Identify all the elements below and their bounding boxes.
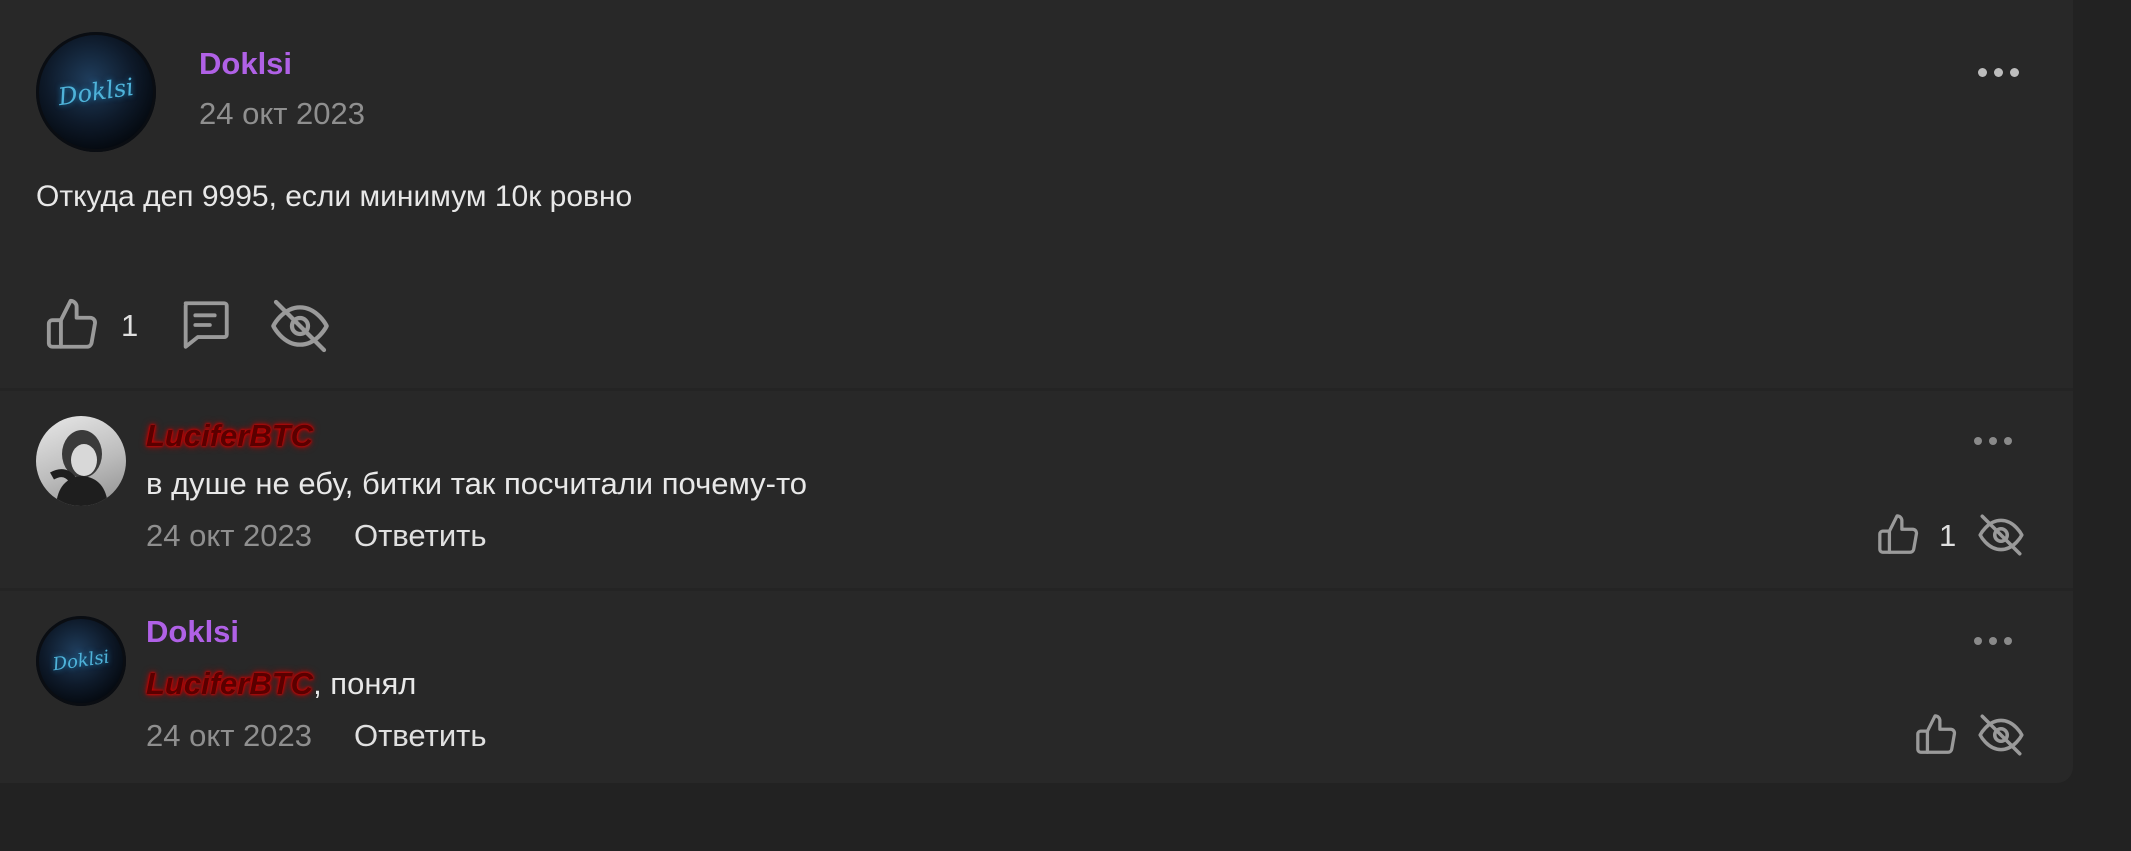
like-icon[interactable] <box>1876 512 1922 558</box>
avatar[interactable] <box>36 416 126 506</box>
comment-date: 24 окт 2023 <box>146 518 313 553</box>
avatar[interactable]: Doklsi <box>36 32 156 152</box>
post: Doklsi Doklsi 24 окт 2023 Откуда деп 999… <box>0 0 2073 388</box>
comment-text-body: , понял <box>313 666 417 701</box>
more-icon[interactable] <box>1974 637 2012 645</box>
reply-button[interactable]: Ответить <box>354 518 487 554</box>
comment-text: в душе не ебу, битки так посчитали почем… <box>146 466 808 501</box>
divider <box>0 388 2073 391</box>
hide-eye-icon[interactable] <box>1976 510 2026 560</box>
comment-author[interactable]: LuciferBTC <box>146 418 313 454</box>
like-icon[interactable] <box>1914 712 1960 758</box>
avatar-text: Doklsi <box>56 72 136 112</box>
hide-eye-icon[interactable] <box>1976 710 2026 760</box>
more-icon[interactable] <box>1974 437 2012 445</box>
like-count: 1 <box>1939 518 1957 553</box>
mention-link[interactable]: LuciferBTC <box>146 666 313 701</box>
comment-author[interactable]: Doklsi <box>146 614 239 650</box>
comment-icon[interactable] <box>176 296 234 354</box>
post-text: Откуда деп 9995, если минимум 10к ровно <box>36 180 633 213</box>
hide-eye-icon[interactable] <box>268 294 332 358</box>
comment-date: 24 окт 2023 <box>146 718 313 753</box>
reply-button[interactable]: Ответить <box>354 718 487 754</box>
comment-text: LuciferBTC, понял <box>146 666 416 702</box>
avatar-text: Doklsi <box>51 646 111 676</box>
more-icon[interactable] <box>1978 68 2019 77</box>
post-author[interactable]: Doklsi <box>199 46 292 82</box>
like-icon[interactable] <box>44 296 102 354</box>
divider <box>0 588 2073 591</box>
comment-card: Doklsi Doklsi 24 окт 2023 Откуда деп 999… <box>0 0 2073 783</box>
like-count: 1 <box>121 308 139 343</box>
avatar[interactable]: Doklsi <box>36 616 126 706</box>
avatar-photo <box>50 430 108 506</box>
post-date: 24 окт 2023 <box>199 96 366 131</box>
